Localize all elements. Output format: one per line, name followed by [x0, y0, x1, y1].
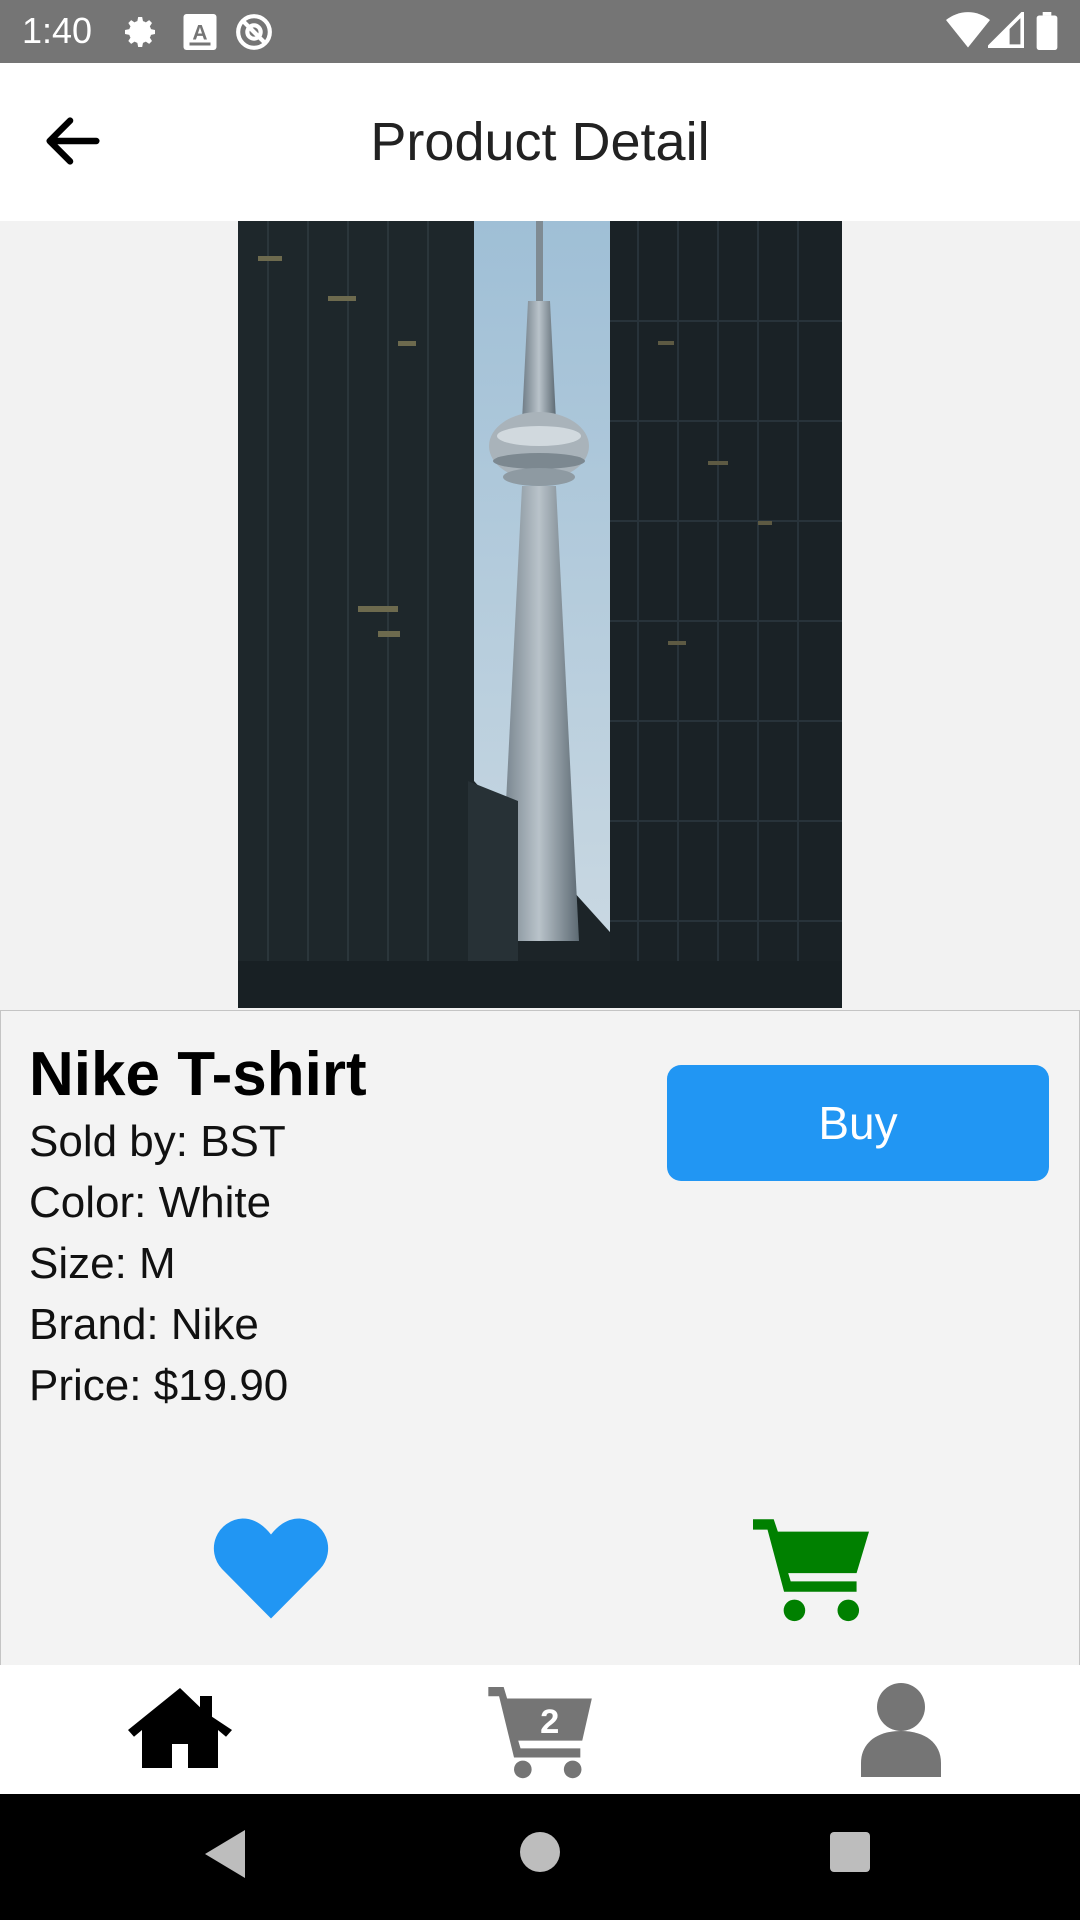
buy-button[interactable]: Buy [667, 1065, 1049, 1181]
add-to-cart-icon[interactable] [753, 1519, 869, 1623]
at-icon [236, 14, 272, 50]
page-title: Product Detail [370, 112, 710, 172]
product-image-area [0, 221, 1080, 1010]
color-text: Color: White [29, 1178, 272, 1227]
product-detail-card: Nike T-shirt Sold by: BST Color: White S… [0, 1010, 1080, 1666]
screen: 1:40 A Product Detail Nike T-shirt Sold … [0, 0, 1080, 1920]
system-recents-icon[interactable] [830, 1832, 870, 1872]
settings-icon [125, 17, 155, 48]
system-nav-bar [0, 1794, 1080, 1920]
system-home-icon[interactable] [520, 1832, 560, 1872]
app-bar: Product Detail [0, 63, 1080, 221]
home-icon[interactable] [128, 1687, 232, 1769]
price-text: Price: $19.90 [29, 1361, 289, 1410]
cart-badge: 2 [540, 1703, 559, 1741]
status-time: 1:40 [22, 10, 93, 51]
cart-nav-item[interactable]: 2 [488, 1687, 596, 1779]
svg-text:A: A [192, 22, 207, 45]
system-back-icon[interactable] [204, 1830, 246, 1878]
battery-icon [1036, 12, 1058, 50]
size-text: Size: M [29, 1239, 176, 1288]
signal-icon [988, 12, 1024, 48]
product-name: Nike T-shirt [29, 1040, 367, 1109]
wifi-icon [946, 12, 990, 48]
brand-text: Brand: Nike [29, 1300, 259, 1349]
heart-icon[interactable] [209, 1511, 333, 1621]
status-bar: 1:40 A [0, 0, 1080, 63]
product-image [238, 221, 842, 1008]
bottom-nav: 2 [0, 1665, 1080, 1794]
cart-nav-icon: 2 [488, 1687, 592, 1779]
a-icon: A [183, 14, 217, 50]
sold-by-text: Sold by: BST [29, 1117, 286, 1166]
user-icon[interactable] [860, 1681, 942, 1777]
